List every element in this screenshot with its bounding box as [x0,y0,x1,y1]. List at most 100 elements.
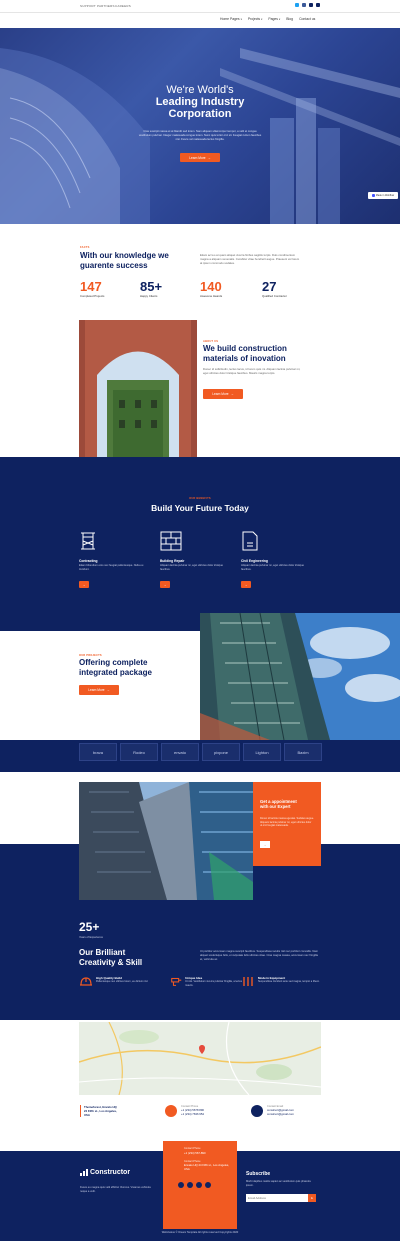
partner-logo-lighton[interactable]: Lighton [243,743,281,761]
arrow-right-icon: → [207,155,211,160]
experience-years-value: 25+ [79,920,100,934]
chevron-down-icon: ▾ [240,17,242,21]
footer-contact-card: Contact Phone +1 (234) 567-890 Contact P… [163,1141,237,1229]
footer-card-phone[interactable]: +1 (234) 567-890 [184,1151,206,1155]
hero-title-line-2: Leading Industry [155,96,245,108]
brand-logo-icon [80,1169,88,1176]
arrow-right-icon: → [263,842,267,847]
services-eyebrow: OUR BENEFITS [189,497,211,500]
partner-name: Baxim [297,749,309,755]
phone-2[interactable]: +1 (234) 7636 954 [181,1112,204,1116]
feature-desc: Pellentesque nec ultrices lorem, eu dict… [96,980,149,983]
service-building-repair-arrow-button[interactable]: → [160,581,170,588]
topbar-link-support[interactable]: SUPPORT [80,4,96,8]
footer-card-addr: Envato HQ 24 Fifth st., Los Angeles, USA [184,1163,230,1171]
email-2[interactable]: construct@gmail.com [267,1112,294,1116]
partner-name: pixpone [213,749,228,755]
facts-text: Etiam ac leo at quam aliquet viverra fin… [200,253,300,266]
contact-section: Themeforest, Envato HQ 24 Fifth st., Los… [0,1100,400,1140]
crane-icon [81,532,95,550]
footer-social-icons [178,1182,211,1188]
address-line-3: USA [84,1113,90,1117]
footer-brand: Constructor [80,1169,130,1176]
main-nav: Home Pages ▾ Projects ▾ Pages ▾ Blog Contac… [220,16,315,22]
email-icon [251,1105,263,1117]
youtube-icon[interactable] [316,3,320,7]
stat-label: Qualified Contractor [262,294,287,298]
projects-eyebrow: OUR PROJECTS [79,654,102,657]
arrow-right-icon: → [82,582,86,587]
experience-section: 25+ Years of Experience Our Brilliant Cr… [0,900,400,1020]
blueprint-icon [242,531,258,551]
subscribe-submit-button[interactable]: ➤ [308,1194,316,1202]
service-title: Contracting [79,559,98,563]
service-contracting-arrow-button[interactable]: → [79,581,89,588]
partner-logo-brava[interactable]: brava [79,743,117,761]
stat-label: Awesome Awards [200,294,223,298]
youtube-icon[interactable] [205,1182,211,1188]
partner-logo-rodeo[interactable]: Rodeo [120,743,158,761]
footer-tagline: Fusce eu magna quis velit efficitur rhon… [80,1186,151,1193]
appointment-arrow-button[interactable]: → [260,841,270,848]
appointment-text: Donec id lacinia massa egestas. Sodales … [260,817,314,828]
twitter-icon[interactable] [187,1182,193,1188]
nav-home-pages[interactable]: Home Pages ▾ [220,16,242,22]
facts-title-line-1: With our knowledge we [80,251,169,260]
hero-learn-more-button[interactable]: Learn More → [180,153,220,162]
appointment-title: Get a appointment with our Expert [260,799,297,809]
button-label: Learn More [212,392,229,396]
topbar-link-partners[interactable]: PARTNERS [97,4,115,8]
services-section: OUR BENEFITS Build Your Future Today Con… [0,457,400,631]
subscribe-title: Subscribe [246,1171,271,1177]
about-learn-more-button[interactable]: Learn More → [203,389,243,399]
experience-title: Our Brilliant Creativity & Skill [79,948,142,967]
nav-projects[interactable]: Projects ▾ [248,16,263,22]
partner-logo-baxim[interactable]: Baxim [284,743,322,761]
nav-label: Contact us [299,17,316,21]
contact-phone: Contact Phone +1 (234) 5678 890 +1 (234)… [165,1105,204,1117]
facebook-icon[interactable] [178,1182,184,1188]
service-card-civil-engineering: Civil Engineering Aliquam lacinia pulvin… [241,531,311,571]
service-card-contracting: Contracting Etiam bibendum eros nec feug… [79,531,149,571]
nav-label: Pages [268,17,279,21]
hero-title-line-1: We're World's [166,84,234,96]
partner-logo-envato[interactable]: envato [161,743,199,761]
hard-hat-icon [80,977,92,986]
projects-learn-more-button[interactable]: Learn More → [79,685,119,695]
nav-contact[interactable]: Contact us [299,16,315,22]
feature-modern-equipment: Modern Equipment Suspendisse tincidunt a… [241,976,321,987]
arrow-right-icon: → [163,582,167,587]
drill-icon [171,977,182,986]
feature-desc: Suspendisse tincidunt ante sed magna, te… [258,980,320,983]
facts-section: FACTS With our knowledge we guarente suc… [0,224,400,320]
experience-years-label: Years of Experience [79,936,103,939]
service-civil-engineering-arrow-button[interactable]: → [241,581,251,588]
button-label: Learn More [189,155,206,160]
stat-value: 140 [200,279,222,294]
hero-background-image [0,48,400,224]
webflow-badge[interactable]: Made in Webflow [368,192,398,199]
experience-title-line-1: Our Brilliant [79,948,126,957]
subscribe-email-input[interactable] [246,1194,308,1202]
stat-value: 85+ [140,279,163,294]
linkedin-icon[interactable] [309,3,313,7]
linkedin-icon[interactable] [196,1182,202,1188]
top-bar: SUPPORT PARTNERS CAREERS [0,0,400,12]
about-title-line-2: materials of inovation [203,353,286,363]
feature-desc: Ut nisi. Vestibulum viverra pulvinar fri… [185,980,242,987]
projects-section: OUR PROJECTS Offering complete integrate… [0,631,200,741]
nav-blog[interactable]: Blog [286,16,293,22]
partner-name: envato [173,749,186,755]
topbar-link-careers[interactable]: CAREERS [115,4,131,8]
brand-name: Constructor [90,1169,131,1176]
hero-title-line-3: Corporation [168,108,232,120]
facebook-icon[interactable] [302,3,306,7]
partner-logo-pixpone[interactable]: pixpone [202,743,240,761]
nav-pages[interactable]: Pages ▾ [268,16,280,22]
projects-title: Offering complete integrated package [79,658,152,677]
about-section: ABOUT US We build construction materials… [203,340,313,375]
about-title-line-1: We build construction [203,344,287,353]
service-title: Civil Engineering [241,559,268,563]
location-map[interactable] [79,1022,321,1095]
twitter-icon[interactable] [295,3,299,7]
